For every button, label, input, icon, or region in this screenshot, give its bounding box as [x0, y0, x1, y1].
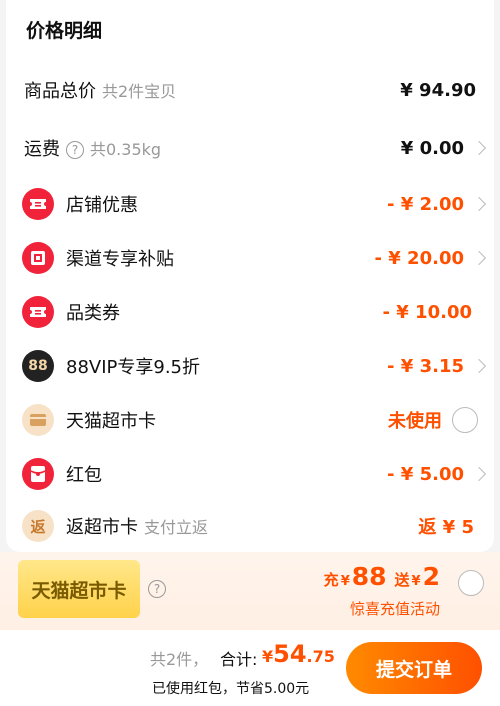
- promo-radio[interactable]: [458, 570, 484, 596]
- chevron-right-icon: [471, 250, 487, 266]
- row-label: 店铺优惠: [66, 195, 138, 216]
- row-shop-discount[interactable]: 店铺优惠 - ¥ 2.00: [6, 184, 494, 224]
- subsidy-icon: [22, 242, 54, 274]
- savings-note: 已使用红包，节省5.00元: [152, 681, 310, 697]
- total-label: 合计:: [220, 650, 258, 669]
- chevron-right-icon: [471, 358, 487, 374]
- item-count: 共2件，: [150, 650, 209, 669]
- row-label: 品类券: [66, 303, 120, 324]
- row-category-coupon: 品类券 - ¥ 10.00: [6, 292, 494, 332]
- row-tmall-card[interactable]: 天猫超市卡 未使用: [6, 400, 494, 440]
- promo-offer: 充 ¥ 88 送 ¥ 2: [323, 562, 440, 591]
- chevron-right-icon: [471, 196, 487, 212]
- page-title: 价格明细: [26, 20, 103, 42]
- row-label: 商品总价 共2件宝贝: [24, 81, 177, 102]
- help-icon[interactable]: ?: [148, 580, 166, 598]
- card-radio[interactable]: [452, 407, 478, 433]
- ticket-icon: [22, 188, 54, 220]
- row-label: 天猫超市卡: [66, 411, 156, 432]
- ticket-icon: [22, 296, 54, 328]
- row-amount: 返 ¥ 5: [418, 517, 474, 538]
- checkout-bar: 共2件， 合计: ¥54.75 已使用红包，节省5.00元 提交订单: [0, 630, 500, 706]
- row-amount: ¥ 94.90: [400, 79, 476, 101]
- status-text: 未使用: [388, 411, 442, 432]
- row-label: 红包: [66, 465, 102, 486]
- tmall-card-badge: 天猫超市卡: [18, 560, 140, 618]
- promo-note: 惊喜充值活动: [349, 600, 440, 618]
- recharge-promo[interactable]: 天猫超市卡 ? 充 ¥ 88 送 ¥ 2 惊喜充值活动: [0, 552, 500, 630]
- row-label: 渠道专享补贴: [66, 249, 174, 270]
- row-amount: - ¥ 3.15: [387, 355, 464, 377]
- row-shipping[interactable]: 运费? 共0.35kg ¥ 0.00: [6, 128, 494, 168]
- row-amount: - ¥ 5.00: [387, 463, 464, 485]
- row-amount: ¥ 0.00: [400, 137, 464, 159]
- chevron-right-icon: [471, 466, 487, 482]
- row-label: 88VIP专享9.5折: [66, 357, 201, 378]
- help-icon[interactable]: ?: [66, 141, 84, 159]
- row-amount: - ¥ 20.00: [374, 247, 464, 269]
- submit-order-button[interactable]: 提交订单: [346, 642, 482, 694]
- row-88vip[interactable]: 88 88VIP专享9.5折 - ¥ 3.15: [6, 346, 494, 386]
- row-goods-total: 商品总价 共2件宝贝 ¥ 94.90: [6, 70, 494, 110]
- return-icon: 返: [22, 510, 54, 542]
- red-packet-icon: [22, 458, 54, 490]
- total-value: ¥54.75: [262, 640, 335, 668]
- row-amount: - ¥ 2.00: [387, 193, 464, 215]
- row-channel-subsidy[interactable]: 渠道专享补贴 - ¥ 20.00: [6, 238, 494, 278]
- row-label: 返超市卡 支付立返: [66, 517, 209, 538]
- vip88-icon: 88: [22, 350, 54, 382]
- row-label: 运费? 共0.35kg: [24, 139, 162, 160]
- chevron-right-icon: [471, 140, 487, 156]
- price-detail-card: 价格明细 商品总价 共2件宝贝 ¥ 94.90 运费? 共0.35kg ¥ 0.00…: [6, 0, 494, 552]
- row-return-card: 返 返超市卡 支付立返 返 ¥ 5: [6, 506, 494, 546]
- row-amount: - ¥ 10.00: [382, 301, 472, 323]
- card-icon: [22, 404, 54, 436]
- row-red-packet[interactable]: 红包 - ¥ 5.00: [6, 454, 494, 494]
